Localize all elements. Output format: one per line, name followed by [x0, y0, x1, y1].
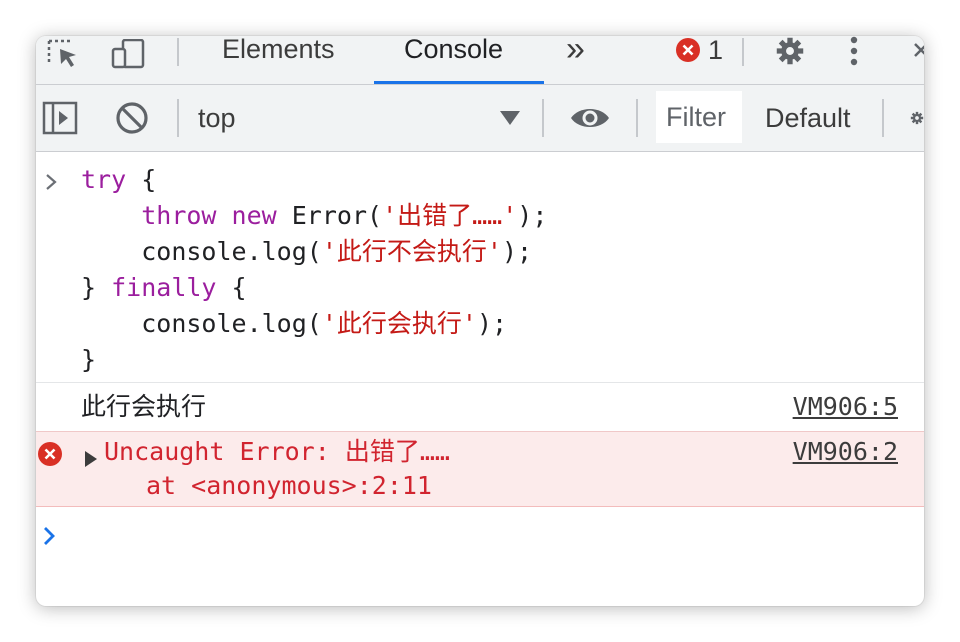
- prompt-chevron-icon: [42, 523, 56, 552]
- tabbar-separator: [177, 38, 179, 66]
- code-token: }: [81, 345, 97, 374]
- error-icon: [676, 38, 700, 62]
- live-expression-eye-icon[interactable]: [566, 100, 614, 136]
- active-tab-indicator: [374, 81, 544, 84]
- devtools-tabbar: Elements Console » 1: [36, 36, 924, 85]
- clear-console-icon[interactable]: [112, 100, 152, 136]
- devtools-window: Elements Console » 1 top Filter Default …: [36, 36, 924, 606]
- error-count: 1: [708, 36, 724, 65]
- error-icon: [38, 442, 62, 472]
- log-source-link[interactable]: VM906:5: [793, 389, 898, 425]
- code-token: );: [501, 237, 533, 266]
- console-prompt[interactable]: [36, 507, 924, 567]
- code-token: console.log(: [141, 237, 322, 266]
- code-line: console.log('此行不会执行');: [81, 234, 532, 270]
- tabbar-separator: [742, 38, 744, 66]
- code-string: '出错了……': [382, 201, 518, 230]
- code-token: );: [517, 201, 548, 230]
- log-levels-dropdown[interactable]: Default: [765, 100, 851, 136]
- code-keyword: new: [231, 201, 277, 230]
- code-string: '此行不会执行': [321, 237, 502, 266]
- show-sidebar-icon[interactable]: [40, 100, 80, 136]
- toolbar-separator: [882, 99, 884, 137]
- console-settings-gear-icon[interactable]: [910, 100, 924, 136]
- code-line: }: [81, 342, 96, 378]
- error-message-text: Uncaught Error: 出错了……: [104, 437, 450, 466]
- settings-gear-icon[interactable]: [770, 36, 810, 66]
- console-error-message: Uncaught Error: 出错了…… at <anonymous>:2:1…: [36, 432, 924, 507]
- expand-triangle-icon[interactable]: [84, 445, 98, 474]
- toolbar-separator: [177, 99, 179, 137]
- log-message-text: 此行会执行: [81, 392, 207, 421]
- code-token: {: [126, 165, 157, 194]
- code-string: '此行会执行': [321, 309, 477, 338]
- code-token: console.log(: [141, 309, 322, 338]
- code-token: {: [216, 273, 247, 302]
- code-keyword: finally: [111, 273, 217, 302]
- code-line: console.log('此行会执行');: [81, 306, 507, 342]
- context-selector-value: top: [198, 103, 236, 133]
- toolbar-separator: [636, 99, 638, 137]
- error-count-badge[interactable]: 1: [676, 36, 724, 65]
- code-line: try {: [81, 162, 156, 198]
- console-log-message: 此行会执行 VM906:5: [36, 383, 924, 432]
- more-tabs-button[interactable]: »: [566, 36, 585, 84]
- device-toolbar-icon[interactable]: [110, 38, 148, 70]
- close-devtools-icon[interactable]: [910, 36, 924, 66]
- code-keyword: throw: [141, 201, 217, 230]
- filter-input[interactable]: Filter: [656, 91, 742, 143]
- code-keyword: try: [81, 165, 127, 194]
- tab-elements[interactable]: Elements: [222, 36, 335, 84]
- inspect-element-icon[interactable]: [44, 38, 82, 70]
- code-line: throw new Error('出错了……');: [81, 198, 547, 234]
- code-token: }: [81, 273, 112, 302]
- console-toolbar: top Filter Default: [36, 85, 924, 152]
- code-token: );: [476, 309, 508, 338]
- error-source-link[interactable]: VM906:2: [793, 436, 898, 468]
- toolbar-separator: [542, 99, 544, 137]
- code-line: } finally {: [81, 270, 247, 306]
- code-token: Error(: [276, 201, 383, 230]
- more-options-icon[interactable]: [844, 36, 864, 66]
- error-stack-trace: at <anonymous>:2:11: [146, 471, 432, 500]
- input-prompt-chevron-icon: [44, 168, 58, 197]
- chevron-down-icon: [500, 111, 520, 130]
- tab-console[interactable]: Console: [404, 36, 503, 84]
- console-output[interactable]: try { throw new Error('出错了……'); console.…: [36, 152, 924, 567]
- console-input-entry: try { throw new Error('出错了……'); console.…: [36, 152, 924, 383]
